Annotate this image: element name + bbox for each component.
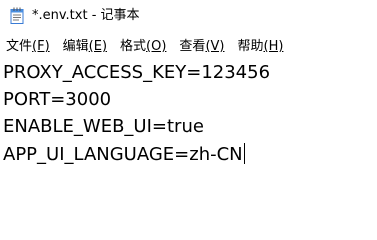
text-line-3[interactable]: ENABLE_WEB_UI=true <box>3 116 204 138</box>
text-editor-area[interactable]: PROXY_ACCESS_KEY=123456 PORT=3000 ENABLE… <box>0 60 377 225</box>
menu-view-accel: (V) <box>205 39 225 54</box>
menu-help-accel: (H) <box>263 39 284 54</box>
menu-file-accel: (F) <box>32 39 50 54</box>
menu-edit-label: 编辑 <box>62 39 89 54</box>
menu-format-accel: (O) <box>146 39 167 54</box>
text-line-4-content: APP_UI_LANGUAGE=zh-CN <box>3 144 243 165</box>
text-line-1[interactable]: PROXY_ACCESS_KEY=123456 <box>3 62 270 84</box>
menu-format[interactable]: 格式(O) <box>120 37 166 57</box>
text-line-2[interactable]: PORT=3000 <box>3 89 111 111</box>
text-caret <box>243 143 245 164</box>
notepad-icon[interactable] <box>9 7 25 24</box>
menu-edit-accel: (E) <box>88 39 108 54</box>
menu-help[interactable]: 帮助(H) <box>237 37 283 57</box>
title-bar[interactable]: *.env.txt - 记事本 <box>0 0 377 32</box>
window-title: *.env.txt - 记事本 <box>32 8 140 23</box>
text-line-4[interactable]: APP_UI_LANGUAGE=zh-CN <box>3 143 245 166</box>
menu-view-label: 查看 <box>179 39 206 54</box>
notepad-window: *.env.txt - 记事本 文件(F) 编辑(E) 格式(O) 查看(V) … <box>0 0 377 225</box>
menu-format-label: 格式 <box>120 39 147 54</box>
menu-file-label: 文件 <box>6 39 33 54</box>
menu-bar: 文件(F) 编辑(E) 格式(O) 查看(V) 帮助(H) <box>0 36 377 58</box>
menu-file[interactable]: 文件(F) <box>6 37 50 57</box>
menu-help-label: 帮助 <box>237 39 264 54</box>
menu-view[interactable]: 查看(V) <box>179 37 224 57</box>
menu-edit[interactable]: 编辑(E) <box>63 37 107 57</box>
